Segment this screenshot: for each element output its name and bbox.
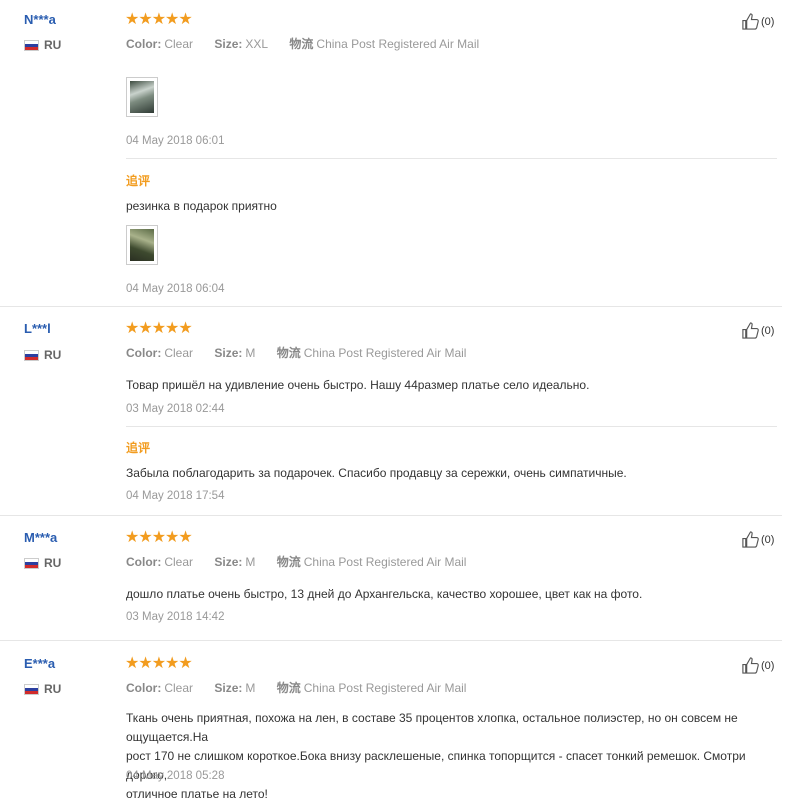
color-value: Clear <box>164 681 194 695</box>
shipping-value: China Post Registered Air Mail <box>303 346 467 360</box>
review-meta: Color: Clear Size: M 物流 China Post Register… <box>126 681 467 695</box>
review-text: Ткань очень приятная, похожа на лен, в с… <box>126 709 766 804</box>
like-button[interactable]: (0) <box>741 12 774 31</box>
reviewer-country: RU <box>24 38 61 52</box>
star-rating: ★★★★★ <box>125 320 193 337</box>
size-value: M <box>245 555 256 569</box>
shipping-value: China Post Registered Air Mail <box>303 681 467 695</box>
followup-text: резинка в подарок приятно <box>126 199 277 213</box>
review-meta: Color: Clear Size: M 物流 China Post Register… <box>126 555 467 569</box>
like-count: (0) <box>761 324 775 337</box>
thumbs-up-icon <box>742 13 759 30</box>
country-code: RU <box>44 348 62 362</box>
thumbs-up-icon <box>742 657 759 674</box>
divider <box>126 426 777 427</box>
like-button[interactable]: (0) <box>741 656 774 675</box>
review-meta: Color: Clear Size: M 物流 China Post Register… <box>126 346 467 360</box>
size-value: M <box>245 681 256 695</box>
reviewer-country: RU <box>24 556 61 570</box>
shipping-value: China Post Registered Air Mail <box>316 37 480 51</box>
thumbs-up-icon <box>742 531 759 548</box>
color-value: Clear <box>164 555 194 569</box>
followup-date: 04 May 2018 17:54 <box>126 490 225 502</box>
review-text-line: Ткань очень приятная, похожа на лен, в с… <box>126 711 738 744</box>
followup-photo-thumbnail[interactable] <box>126 225 158 265</box>
review-text: дошло платье очень быстро, 13 дней до Ар… <box>126 587 643 601</box>
star-rating: ★★★★★ <box>125 655 193 672</box>
like-count: (0) <box>761 15 775 28</box>
like-button[interactable]: (0) <box>741 530 774 549</box>
russia-flag-icon <box>24 349 39 361</box>
shipping-value: China Post Registered Air Mail <box>303 555 467 569</box>
reviewer-name[interactable]: E***a <box>24 656 55 671</box>
star-rating: ★★★★★ <box>125 529 193 546</box>
like-button[interactable]: (0) <box>741 321 774 340</box>
country-code: RU <box>44 38 62 52</box>
russia-flag-icon <box>24 39 39 51</box>
reviewer-name[interactable]: L***l <box>24 321 51 336</box>
review-date: 03 May 2018 02:44 <box>126 403 225 415</box>
color-value: Clear <box>164 37 194 51</box>
country-code: RU <box>44 682 62 696</box>
reviewer-name[interactable]: N***a <box>24 12 56 27</box>
review-divider <box>0 306 782 307</box>
size-value: M <box>245 346 256 360</box>
review-date: 03 May 2018 14:42 <box>126 611 225 623</box>
review-meta: Color: Clear Size: XXL 物流 China Post Regist… <box>126 37 480 51</box>
russia-flag-icon <box>24 683 39 695</box>
review-text-line: отличное платье на лето! <box>126 787 268 801</box>
like-count: (0) <box>761 533 775 546</box>
review-date: 04 May 2018 05:28 <box>126 770 225 782</box>
review-divider <box>0 640 782 641</box>
review-text: Товар пришёл на удивление очень быстро. … <box>126 378 590 392</box>
review-divider <box>0 515 782 516</box>
color-value: Clear <box>164 346 194 360</box>
review-photo-thumbnail[interactable] <box>126 77 158 117</box>
followup-label: 追评 <box>126 174 151 188</box>
star-rating: ★★★★★ <box>125 11 193 28</box>
review-date: 04 May 2018 06:01 <box>126 135 225 147</box>
followup-date: 04 May 2018 06:04 <box>126 283 225 295</box>
like-count: (0) <box>761 659 775 672</box>
size-value: XXL <box>245 37 269 51</box>
reviewer-name[interactable]: M***a <box>24 530 57 545</box>
followup-label: 追评 <box>126 441 151 455</box>
country-code: RU <box>44 556 62 570</box>
thumbs-up-icon <box>742 322 759 339</box>
reviewer-country: RU <box>24 348 61 362</box>
reviewer-country: RU <box>24 682 61 696</box>
divider <box>126 158 777 159</box>
followup-text: Забыла поблагодарить за подарочек. Спаси… <box>126 466 627 480</box>
russia-flag-icon <box>24 557 39 569</box>
